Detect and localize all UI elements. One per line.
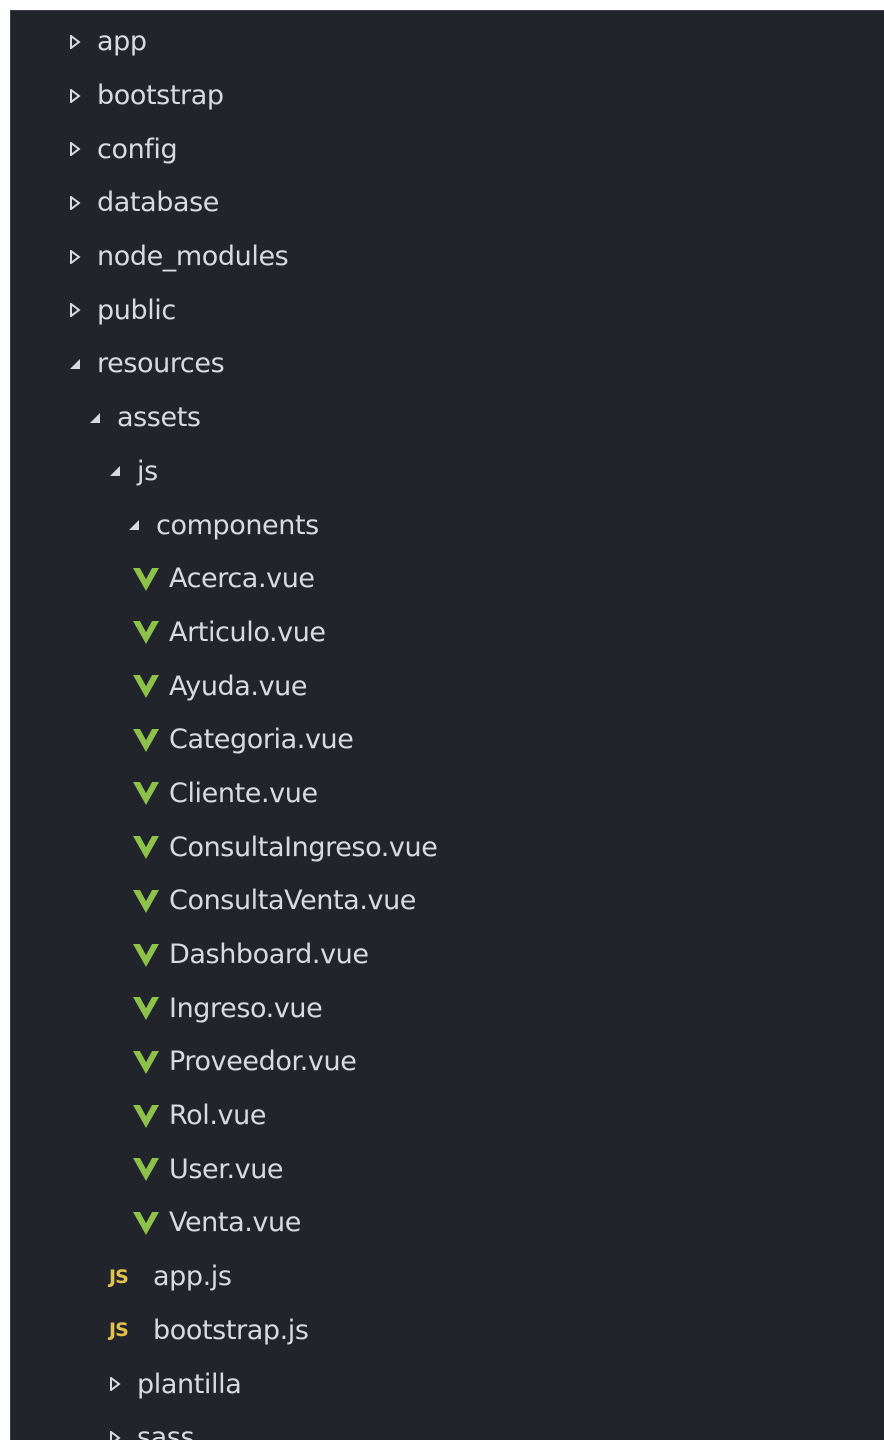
file-label: Venta.vue (169, 1207, 301, 1239)
file-ayuda-vue[interactable]: Ayuda.vue (11, 659, 884, 713)
chevron-right-icon[interactable] (105, 1428, 125, 1440)
chevron-right-icon[interactable] (65, 139, 85, 159)
file-label: Dashboard.vue (169, 939, 369, 971)
vue-file-icon (131, 778, 161, 808)
chevron-right-icon[interactable] (65, 300, 85, 320)
folder-label: resources (97, 348, 225, 380)
vue-file-icon (131, 886, 161, 916)
vue-file-icon (131, 993, 161, 1023)
folder-label: components (156, 509, 319, 541)
folder-plantilla[interactable]: plantilla (11, 1357, 884, 1411)
file-categoria-vue[interactable]: Categoria.vue (11, 713, 884, 767)
file-bootstrap-js[interactable]: JS bootstrap.js (11, 1304, 884, 1358)
folder-bootstrap[interactable]: bootstrap (11, 69, 884, 123)
vue-file-icon (131, 617, 161, 647)
chevron-down-icon[interactable] (105, 461, 125, 481)
file-cliente-vue[interactable]: Cliente.vue (11, 767, 884, 821)
chevron-right-icon[interactable] (65, 86, 85, 106)
file-label: Ayuda.vue (169, 670, 308, 702)
file-label: ConsultaIngreso.vue (169, 831, 438, 863)
folder-label: app (97, 26, 147, 58)
chevron-right-icon[interactable] (65, 247, 85, 267)
file-label: Categoria.vue (169, 724, 354, 756)
file-label: Articulo.vue (169, 616, 326, 648)
file-label: User.vue (169, 1153, 284, 1185)
folder-components[interactable]: components (11, 498, 884, 552)
file-articulo-vue[interactable]: Articulo.vue (11, 606, 884, 660)
folder-config[interactable]: config (11, 122, 884, 176)
file-label: ConsultaVenta.vue (169, 885, 417, 917)
folder-label: public (97, 294, 176, 326)
file-ingreso-vue[interactable]: Ingreso.vue (11, 981, 884, 1035)
folder-resources[interactable]: resources (11, 337, 884, 391)
file-app-js[interactable]: JS app.js (11, 1250, 884, 1304)
folder-database[interactable]: database (11, 176, 884, 230)
file-label: Rol.vue (169, 1100, 267, 1132)
file-dashboard-vue[interactable]: Dashboard.vue (11, 928, 884, 982)
file-label: app.js (153, 1261, 232, 1293)
screenshot-frame: app bootstrap config database node_modul… (0, 0, 884, 1440)
folder-public[interactable]: public (11, 283, 884, 337)
folder-label: config (97, 133, 178, 165)
folder-label: assets (117, 402, 201, 434)
file-proveedor-vue[interactable]: Proveedor.vue (11, 1035, 884, 1089)
javascript-file-icon: JS (109, 1265, 129, 1288)
vue-file-icon (131, 1047, 161, 1077)
vue-file-icon (131, 1208, 161, 1238)
file-rol-vue[interactable]: Rol.vue (11, 1089, 884, 1143)
chevron-right-icon[interactable] (65, 32, 85, 52)
file-venta-vue[interactable]: Venta.vue (11, 1196, 884, 1250)
chevron-right-icon[interactable] (65, 193, 85, 213)
folder-label: node_modules (97, 241, 289, 273)
vue-file-icon (131, 564, 161, 594)
folder-label: sass (137, 1422, 195, 1440)
javascript-file-icon: JS (109, 1319, 129, 1342)
folder-sass[interactable]: sass (11, 1411, 884, 1440)
file-label: Ingreso.vue (169, 992, 323, 1024)
folder-app[interactable]: app (11, 15, 884, 69)
file-user-vue[interactable]: User.vue (11, 1142, 884, 1196)
file-consultaventa-vue[interactable]: ConsultaVenta.vue (11, 874, 884, 928)
chevron-down-icon[interactable] (85, 408, 105, 428)
chevron-right-icon[interactable] (105, 1374, 125, 1394)
vue-file-icon (131, 940, 161, 970)
vue-file-icon (131, 1154, 161, 1184)
file-consultaingreso-vue[interactable]: ConsultaIngreso.vue (11, 820, 884, 874)
chevron-down-icon[interactable] (65, 354, 85, 374)
file-label: Acerca.vue (169, 563, 315, 595)
folder-label: plantilla (137, 1368, 242, 1400)
folder-assets[interactable]: assets (11, 391, 884, 445)
vue-file-icon (131, 1101, 161, 1131)
folder-label: database (97, 187, 219, 219)
file-acerca-vue[interactable]: Acerca.vue (11, 552, 884, 606)
folder-js[interactable]: js (11, 445, 884, 499)
folder-label: js (137, 455, 158, 487)
file-label: Proveedor.vue (169, 1046, 357, 1078)
vue-file-icon (131, 725, 161, 755)
chevron-down-icon[interactable] (124, 515, 144, 535)
file-tree: app bootstrap config database node_modul… (11, 15, 884, 1440)
vue-file-icon (131, 671, 161, 701)
file-label: bootstrap.js (153, 1314, 309, 1346)
vue-file-icon (131, 832, 161, 862)
file-label: Cliente.vue (169, 777, 318, 809)
folder-label: bootstrap (97, 80, 224, 112)
folder-node-modules[interactable]: node_modules (11, 230, 884, 284)
file-explorer-panel: app bootstrap config database node_modul… (10, 10, 884, 1440)
